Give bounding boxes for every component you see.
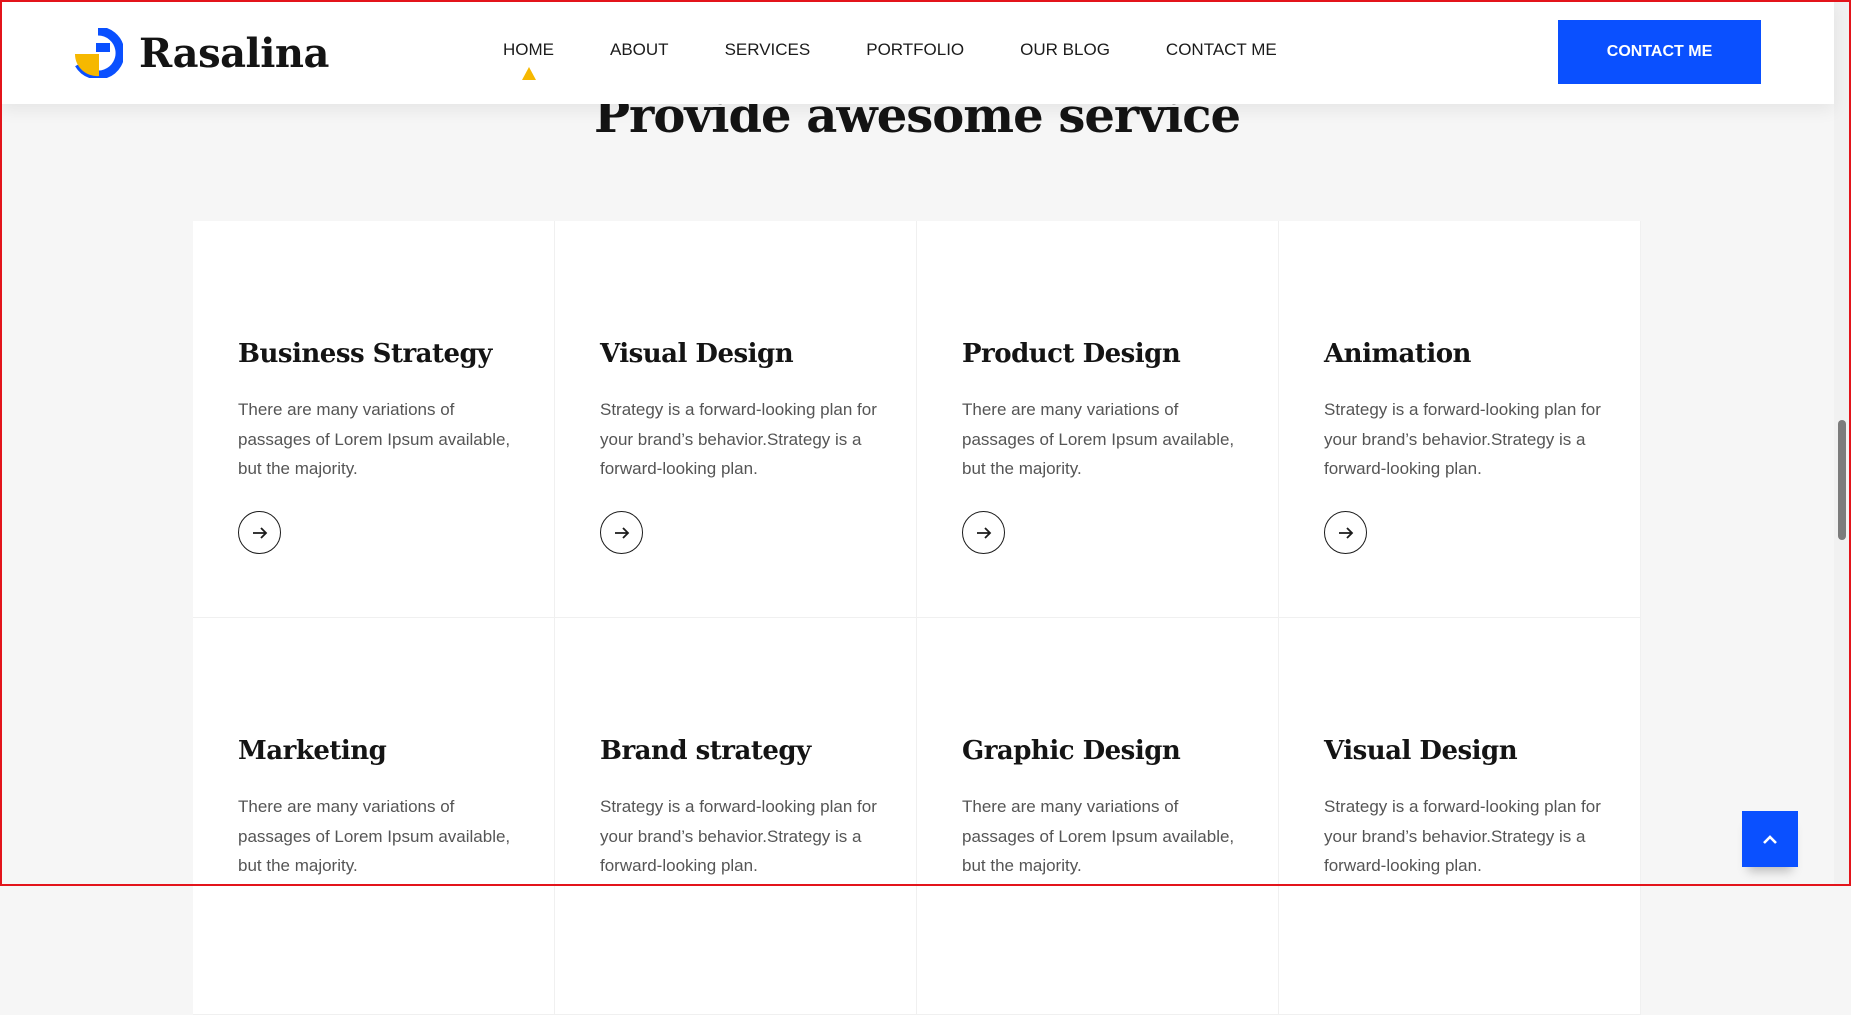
arrow-right-icon — [614, 526, 629, 539]
main-nav: HOME ABOUT SERVICES PORTFOLIO OUR BLOG C… — [503, 40, 1277, 80]
service-title[interactable]: Brand strategy — [600, 736, 811, 766]
service-link-button[interactable] — [238, 511, 281, 554]
nav-item-label: PORTFOLIO — [866, 40, 965, 59]
arrow-right-icon — [976, 526, 991, 539]
service-description: Strategy is a forward-looking plan for y… — [1324, 797, 1601, 875]
service-description: Strategy is a forward-looking plan for y… — [1324, 400, 1601, 478]
nav-item-home[interactable]: HOME — [503, 40, 554, 80]
nav-item-our-blog[interactable]: OUR BLOG — [1020, 40, 1110, 60]
service-link-button[interactable] — [962, 511, 1005, 554]
contact-me-button[interactable]: CONTACT ME — [1558, 20, 1761, 84]
service-card: Graphic Design There are many variations… — [917, 618, 1279, 1015]
service-link-button[interactable] — [600, 511, 643, 554]
service-description: There are many variations of passages of… — [238, 400, 511, 478]
logo[interactable]: Rasalina — [73, 28, 329, 78]
service-card: Marketing There are many variations of p… — [193, 618, 555, 1015]
site-header: Rasalina HOME ABOUT SERVICES PORTFOLIO O… — [0, 0, 1834, 104]
service-card: Brand strategy Strategy is a forward-loo… — [555, 618, 917, 1015]
service-link-button[interactable] — [1324, 511, 1367, 554]
page-scrollbar[interactable] — [1834, 0, 1850, 886]
service-title[interactable]: Product Design — [962, 339, 1181, 369]
nav-item-services[interactable]: SERVICES — [725, 40, 811, 60]
arrow-right-icon — [252, 526, 267, 539]
service-description: Strategy is a forward-looking plan for y… — [600, 400, 877, 478]
scrollbar-thumb[interactable] — [1838, 420, 1846, 540]
service-title[interactable]: Visual Design — [1324, 736, 1518, 766]
nav-item-label: OUR BLOG — [1020, 40, 1110, 59]
service-card: Product Design There are many variations… — [917, 221, 1279, 618]
nav-item-label: SERVICES — [724, 40, 811, 59]
nav-item-portfolio[interactable]: PORTFOLIO — [866, 40, 964, 60]
service-card: Visual Design Strategy is a forward-look… — [1279, 618, 1641, 1015]
service-card: Visual Design Strategy is a forward-look… — [555, 221, 917, 618]
service-title[interactable]: Animation — [1324, 339, 1471, 369]
service-description: There are many variations of passages of… — [238, 797, 511, 875]
service-card: Animation Strategy is a forward-looking … — [1279, 221, 1641, 618]
service-title[interactable]: Business Strategy — [238, 339, 492, 369]
scroll-to-top-button[interactable] — [1742, 811, 1798, 867]
service-title[interactable]: Graphic Design — [962, 736, 1181, 766]
active-marker-icon — [521, 67, 536, 80]
nav-item-label: HOME — [503, 40, 554, 59]
service-description: There are many variations of passages of… — [962, 797, 1235, 875]
service-card: Business Strategy There are many variati… — [193, 221, 555, 618]
brand-name: Rasalina — [139, 29, 329, 77]
service-description: There are many variations of passages of… — [962, 400, 1235, 478]
nav-item-about[interactable]: ABOUT — [610, 40, 669, 60]
nav-item-label: CONTACT ME — [1165, 40, 1277, 59]
service-title[interactable]: Marketing — [238, 736, 387, 766]
services-grid: Business Strategy There are many variati… — [193, 221, 1641, 1015]
service-title[interactable]: Visual Design — [600, 339, 794, 369]
nav-item-contact-me[interactable]: CONTACT ME — [1166, 40, 1277, 60]
rasalina-logo-icon — [74, 28, 123, 78]
arrow-right-icon — [1338, 526, 1353, 539]
service-description: Strategy is a forward-looking plan for y… — [600, 797, 877, 875]
nav-item-label: ABOUT — [610, 40, 669, 59]
chevron-up-icon — [1763, 835, 1777, 844]
